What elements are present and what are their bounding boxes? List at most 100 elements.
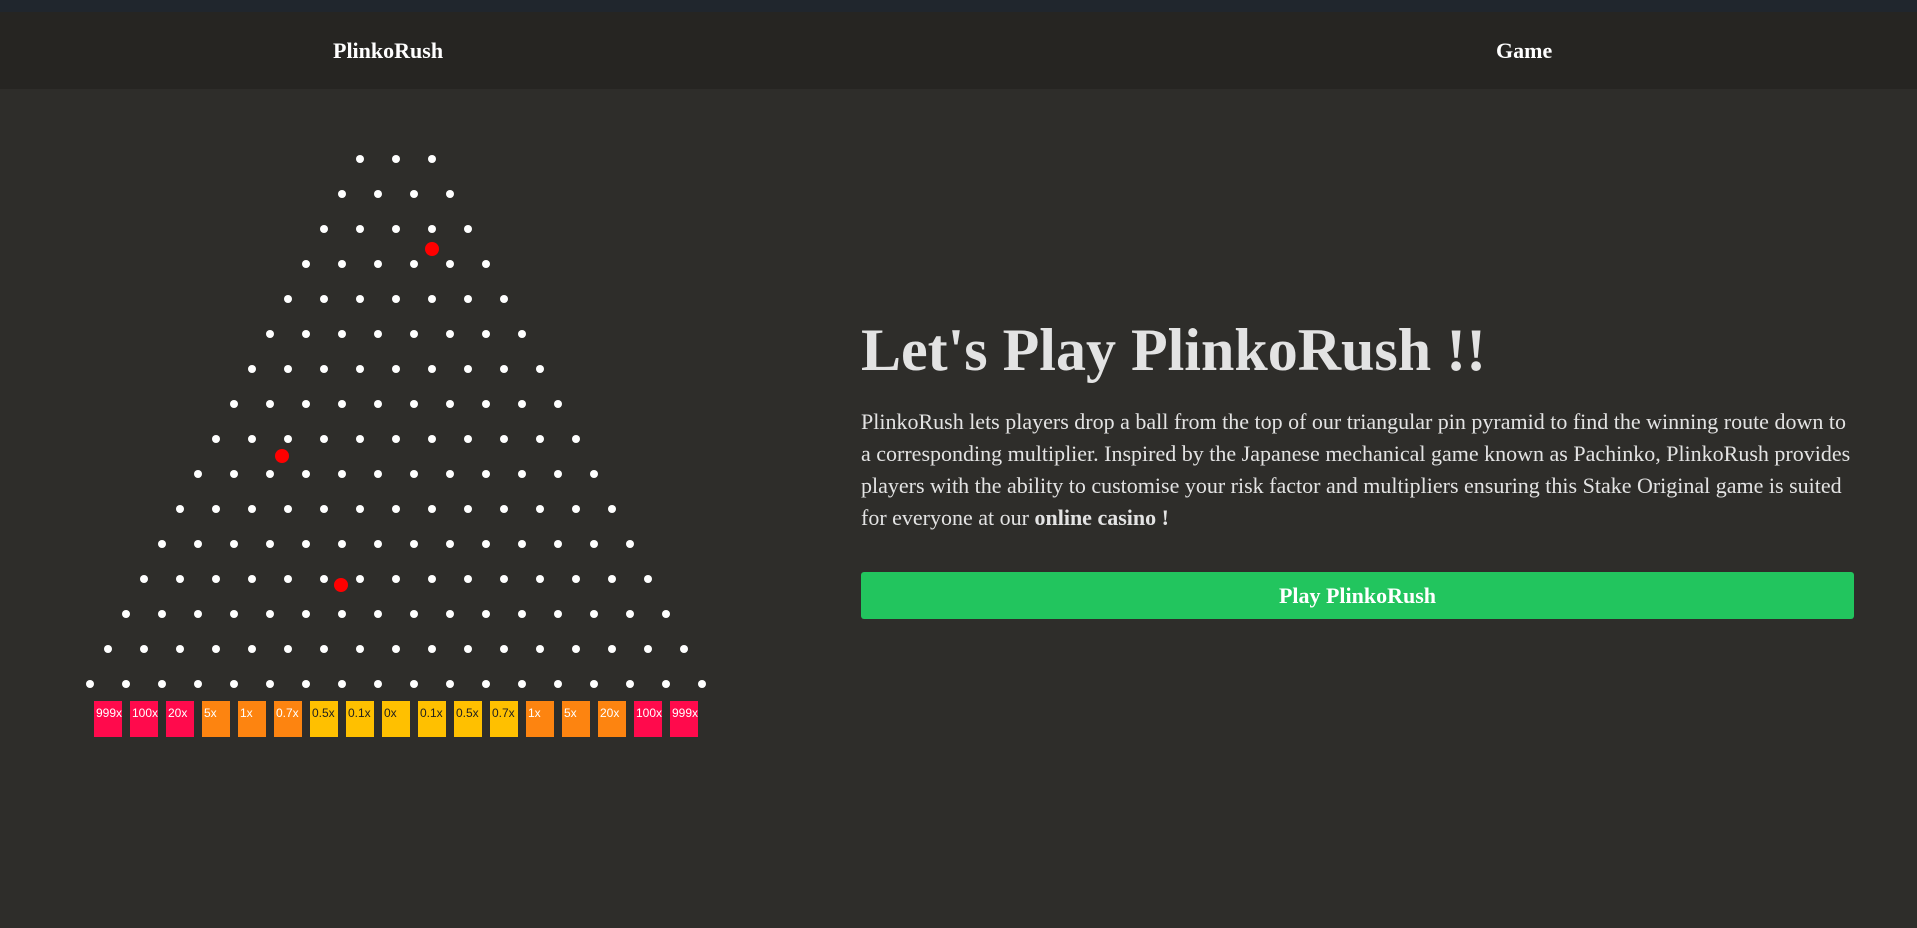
peg [608,645,616,653]
peg [464,575,472,583]
peg [248,435,256,443]
peg [392,155,400,163]
peg [626,610,634,618]
peg [536,575,544,583]
peg [626,680,634,688]
peg [482,610,490,618]
plinko-board: 999x 100x 20x 5x 1x 0.7x 0.5x 0.1x 0x 0.1x 0.5x 0.7… [0,89,760,769]
peg [662,680,670,688]
multiplier-bucket: 5x [562,701,590,737]
peg [302,540,310,548]
peg [518,610,526,618]
peg [284,645,292,653]
peg [572,575,580,583]
peg [482,330,490,338]
peg [356,155,364,163]
peg [572,505,580,513]
multiplier-bucket: 0.5x [310,701,338,737]
peg [572,435,580,443]
peg [338,610,346,618]
peg [374,190,382,198]
peg [500,505,508,513]
peg [482,540,490,548]
peg [464,365,472,373]
peg [266,540,274,548]
peg [356,225,364,233]
peg [428,365,436,373]
peg [374,680,382,688]
peg [410,680,418,688]
peg [446,610,454,618]
peg [446,470,454,478]
peg [356,365,364,373]
peg [482,260,490,268]
peg [428,155,436,163]
peg [212,575,220,583]
peg [680,645,688,653]
multiplier-bucket: 20x [598,701,626,737]
peg [302,470,310,478]
ball [334,578,348,592]
multiplier-bucket: 0.7x [274,701,302,737]
peg [302,400,310,408]
peg [212,435,220,443]
peg [392,225,400,233]
peg [554,680,562,688]
peg [158,610,166,618]
peg [446,190,454,198]
peg [374,470,382,478]
ball [425,242,439,256]
peg [320,435,328,443]
peg [590,610,598,618]
peg [284,365,292,373]
peg [410,610,418,618]
peg [356,645,364,653]
peg [392,365,400,373]
play-plinkorush-button[interactable]: Play PlinkoRush [861,572,1854,619]
online-casino-link[interactable]: online casino ! [1034,505,1168,530]
peg [428,435,436,443]
peg [158,540,166,548]
multiplier-bucket: 999x [94,701,122,737]
peg [410,400,418,408]
peg [194,610,202,618]
peg [266,400,274,408]
peg [374,610,382,618]
peg [212,645,220,653]
hero-description-text: PlinkoRush lets players drop a ball from… [861,409,1851,530]
ball [275,449,289,463]
peg [104,645,112,653]
peg [320,225,328,233]
peg [338,680,346,688]
peg [230,400,238,408]
peg [356,435,364,443]
multiplier-bucket: 1x [526,701,554,737]
peg [500,295,508,303]
peg [698,680,706,688]
peg [482,400,490,408]
peg [356,575,364,583]
peg [266,610,274,618]
peg [122,610,130,618]
peg [464,645,472,653]
peg [608,575,616,583]
peg [284,575,292,583]
peg [212,505,220,513]
peg [644,645,652,653]
peg [446,260,454,268]
multiplier-bucket: 100x [634,701,662,737]
peg [410,540,418,548]
peg [500,645,508,653]
nav-link-game[interactable]: Game [1496,12,1552,89]
peg [302,610,310,618]
peg [248,365,256,373]
peg [662,610,670,618]
hero-title: Let's Play PlinkoRush !! [861,317,1487,383]
multiplier-bucket: 20x [166,701,194,737]
peg [338,330,346,338]
peg [140,645,148,653]
peg [464,505,472,513]
peg [230,540,238,548]
brand-link[interactable]: PlinkoRush [333,12,443,89]
peg [320,645,328,653]
